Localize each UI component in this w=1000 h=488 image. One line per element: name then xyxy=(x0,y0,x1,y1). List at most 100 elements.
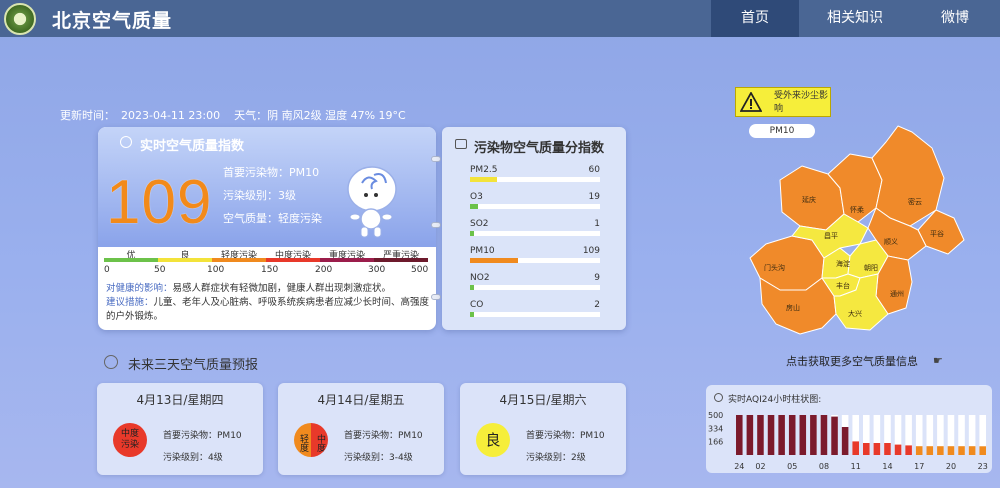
hourly-bar xyxy=(778,415,785,455)
scale-segment xyxy=(266,258,320,262)
dust-warning-sign: 受外来沙尘影响 xyxy=(735,87,831,117)
pollutant-tag: PM10 xyxy=(749,124,815,138)
pollutant-name: CO xyxy=(470,300,484,310)
forecast-primary: 首要污染物：PM10 xyxy=(526,431,605,441)
pollutant-card: 污染物空气质量分指数 PM2.5 60 O3 19 SO2 1 PM10 109 NO2 9 CO 2 xyxy=(442,127,626,330)
pollutant-value: 9 xyxy=(594,273,600,283)
pollutant-bar-fill xyxy=(470,258,518,263)
y-tick-label: 166 xyxy=(708,438,723,447)
forecast-title: 未来三天空气质量预报 xyxy=(128,358,259,373)
forecast-card-day2[interactable]: 4月14日/星期五 轻度 中度 首要污染物：PM10 污染级别：3-4级 xyxy=(278,383,444,475)
aqi-value: 109 xyxy=(106,168,213,237)
card-connector xyxy=(431,222,441,228)
map-label: 房山 xyxy=(786,303,800,312)
forecast-badge: 良 xyxy=(476,423,510,457)
pollutant-card-icon xyxy=(455,139,467,149)
health-label: 对健康的影响： xyxy=(106,283,173,294)
map-label: 昌平 xyxy=(824,232,838,240)
aqi-card: 实时空气质量指数 109 首要污染物：PM10 污染级别：3级 空气质量：轻度污… xyxy=(98,127,436,330)
map-label: 朝阳 xyxy=(864,263,878,272)
forecast-level: 污染级别：2级 xyxy=(526,453,586,463)
forecast-card-day1[interactable]: 4月13日/星期四 中度 污染 首要污染物：PM10 污染级别：4级 xyxy=(97,383,263,475)
top-nav-bar: 北京空气质量 首页 相关知识 微博 xyxy=(0,0,1000,37)
forecast-badge-left: 轻度 xyxy=(294,423,311,457)
pollutant-bar-track xyxy=(470,177,600,182)
hourly-aqi-chart: 500 334 166 24 02 05 08 11 14 17 20 23 xyxy=(708,411,988,471)
beijing-district-map[interactable]: 延庆 怀柔 密云 昌平 顺义 平谷 门头沟 海淀 朝阳 通州 丰台 房山 大兴 xyxy=(740,118,976,350)
aqi-card-icon xyxy=(120,136,132,148)
hourly-bar xyxy=(852,441,859,455)
forecast-level: 污染级别：4级 xyxy=(163,453,223,463)
forecast-badge-right: 中度 xyxy=(311,423,328,457)
scale-num: 0 xyxy=(104,265,110,275)
forecast-card-day3[interactable]: 4月15日/星期六 良 首要污染物：PM10 污染级别：2级 xyxy=(460,383,626,475)
x-tick-label: 02 xyxy=(755,462,765,471)
pollutant-bar-fill xyxy=(470,177,497,182)
card-connector xyxy=(431,294,441,300)
map-label: 密云 xyxy=(908,197,922,206)
pollutant-bar-fill xyxy=(470,285,474,290)
hourly-bar xyxy=(767,415,775,455)
pollutant-bar-track xyxy=(470,231,600,236)
pollutant-card-title: 污染物空气质量分指数 xyxy=(474,141,605,156)
warning-triangle-icon xyxy=(740,92,762,112)
map-label: 门头沟 xyxy=(764,263,785,272)
update-time: 2023-04-11 23:00 xyxy=(121,109,221,122)
hourly-bar xyxy=(831,416,838,455)
map-label: 通州 xyxy=(890,289,904,298)
x-tick-label: 14 xyxy=(882,462,892,471)
pollutant-name: PM2.5 xyxy=(470,165,498,175)
map-label: 海淀 xyxy=(836,259,850,268)
nav-weibo[interactable]: 微博 xyxy=(910,0,1000,37)
advice-text: 儿童、老年人及心脏病、呼吸系统疾病患者应减少长时间、高强度的户外锻炼。 xyxy=(106,297,430,322)
app-title: 北京空气质量 xyxy=(52,10,173,32)
pollutant-value: 1 xyxy=(594,219,600,229)
pollutant-name: O3 xyxy=(470,192,483,202)
health-text: 易感人群症状有轻微加剧，健康人群出现刺激症状。 xyxy=(172,283,392,294)
card-connector xyxy=(431,156,441,162)
hourly-bar xyxy=(905,445,912,455)
map-label: 丰台 xyxy=(836,281,850,290)
scale-segment xyxy=(374,258,428,262)
weather-info: 天气：阴 南风2级 湿度 47% 19°C xyxy=(234,109,406,122)
aqi-primary: 首要污染物：PM10 xyxy=(223,166,320,179)
pollutant-bar-track xyxy=(470,285,600,290)
pollutant-value: 19 xyxy=(588,192,600,202)
forecast-badge: 中度 污染 xyxy=(113,423,147,457)
y-tick-label: 500 xyxy=(708,411,723,420)
pollutant-name: PM10 xyxy=(470,246,495,256)
hourly-bar xyxy=(863,443,870,455)
aqi-card-title: 实时空气质量指数 xyxy=(140,139,245,154)
forecast-level: 污染级别：3-4级 xyxy=(344,453,413,463)
y-tick-label: 334 xyxy=(708,424,723,433)
aqi-scale-bar xyxy=(104,258,428,262)
advice-label: 建议措施： xyxy=(106,297,154,308)
forecast-primary: 首要污染物：PM10 xyxy=(344,431,423,441)
map-label: 大兴 xyxy=(848,309,862,318)
map-label: 延庆 xyxy=(802,195,816,204)
clock-icon xyxy=(104,355,118,369)
map-label: 顺义 xyxy=(884,238,898,246)
hourly-bar xyxy=(958,446,965,455)
hourly-bar xyxy=(884,443,891,455)
scale-num: 150 xyxy=(261,265,279,275)
nav-home[interactable]: 首页 xyxy=(711,0,799,37)
x-tick-label: 05 xyxy=(787,462,797,471)
more-info-link[interactable]: 点击获取更多空气质量信息 xyxy=(786,353,918,369)
mascot-cloud-icon xyxy=(347,166,397,238)
update-label: 更新时间： xyxy=(60,109,115,122)
nav-knowledge[interactable]: 相关知识 xyxy=(810,0,900,37)
hourly-bar xyxy=(915,446,923,455)
forecast-date: 4月14日/星期五 xyxy=(317,393,405,407)
map-label: 平谷 xyxy=(930,229,944,238)
update-info: 更新时间： 2023-04-11 23:00 天气：阴 南风2级 湿度 47% 19… xyxy=(60,107,412,123)
hourly-bar xyxy=(799,415,807,455)
forecast-date: 4月15日/星期六 xyxy=(499,393,587,407)
hourly-bar xyxy=(947,446,955,455)
aqi-level: 污染级别：3级 xyxy=(223,189,296,202)
health-advice: 对健康的影响：易感人群症状有轻微加剧，健康人群出现刺激症状。 建议措施：儿童、老… xyxy=(106,282,432,324)
map-district-miyun xyxy=(871,125,945,227)
scale-num: 500 xyxy=(411,265,429,275)
hourly-bar xyxy=(968,446,976,455)
hourly-bar xyxy=(979,446,986,455)
